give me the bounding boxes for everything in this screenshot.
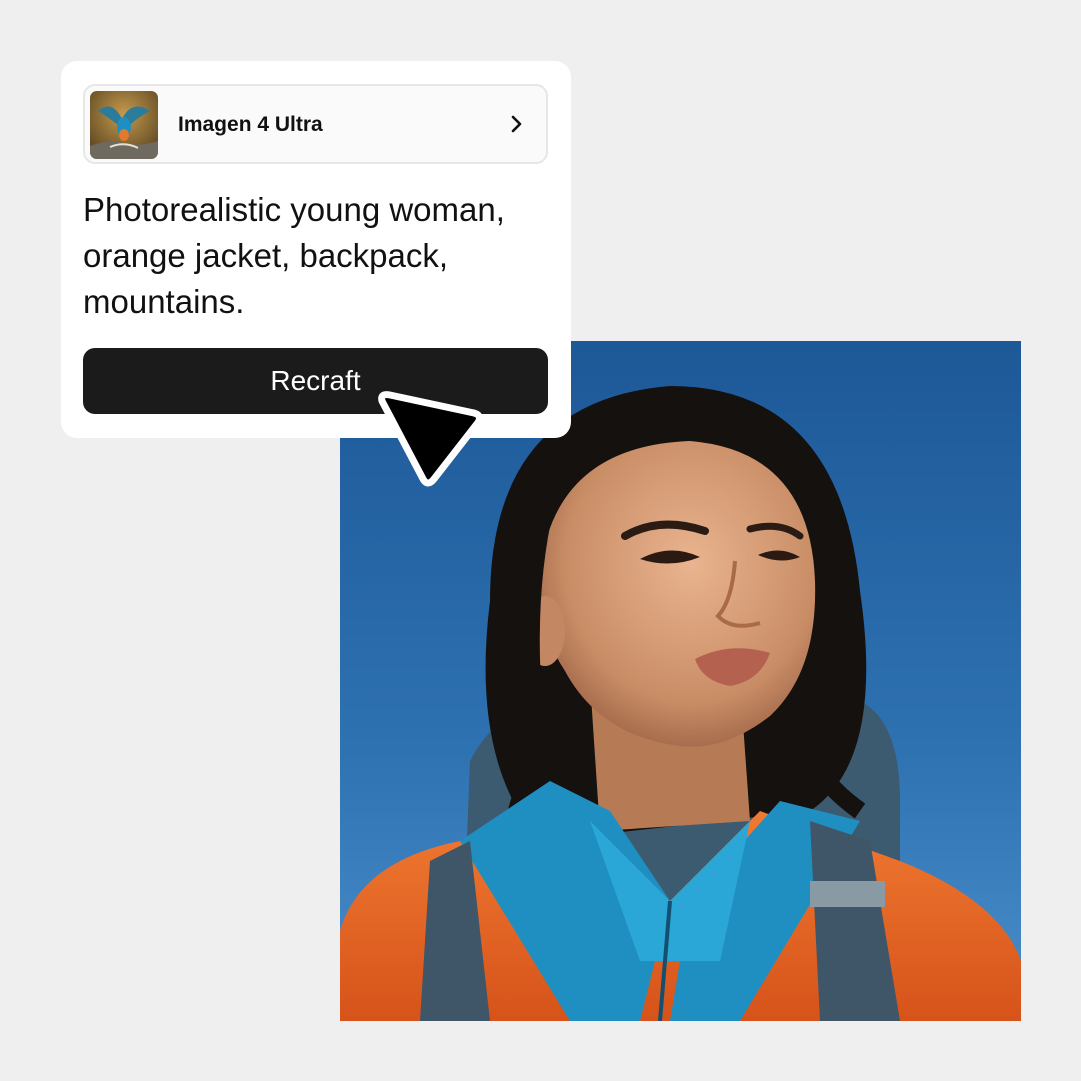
- recraft-button[interactable]: Recraft: [83, 348, 548, 414]
- model-name: Imagen 4 Ultra: [178, 113, 323, 136]
- prompt-text: Photorealistic young woman, orange jacke…: [83, 191, 505, 320]
- woman-portrait-illustration: [340, 341, 1021, 1021]
- model-selector[interactable]: Imagen 4 Ultra: [83, 84, 548, 164]
- chevron-right-icon: [511, 115, 522, 133]
- kingfisher-icon: [90, 91, 158, 159]
- prompt-card: Imagen 4 Ultra Photorealistic young woma…: [61, 61, 571, 438]
- kingfisher-thumbnail: [90, 91, 158, 159]
- generated-image: [340, 341, 1021, 1021]
